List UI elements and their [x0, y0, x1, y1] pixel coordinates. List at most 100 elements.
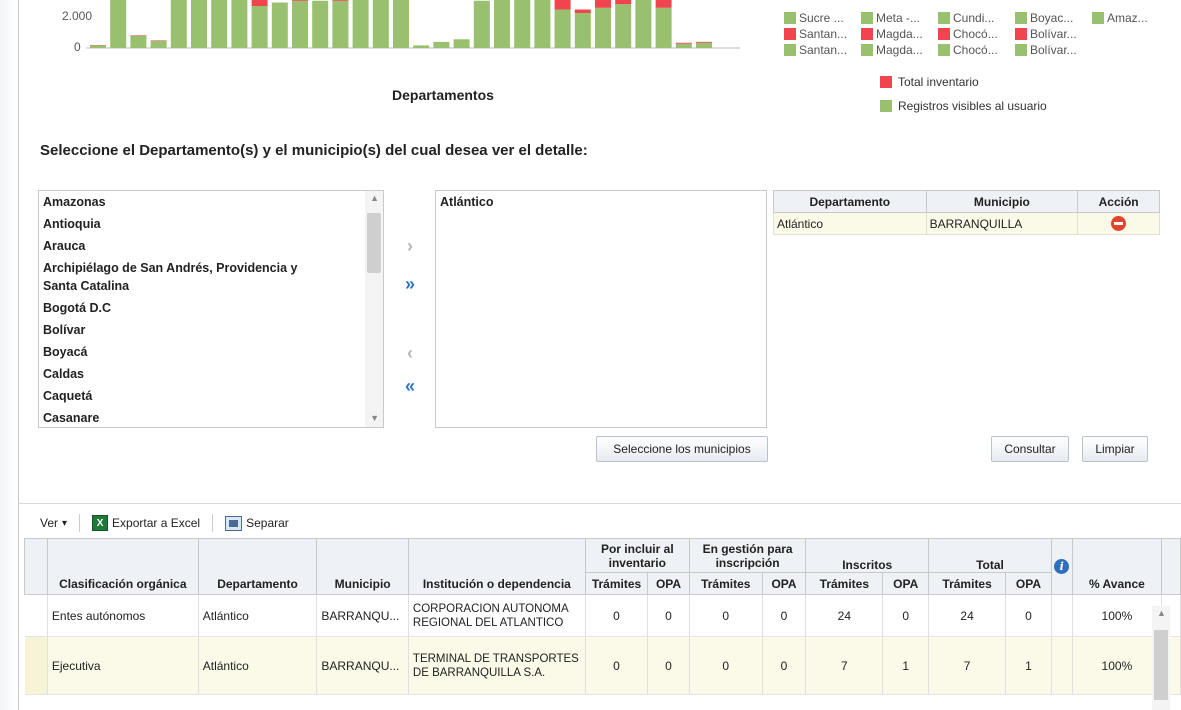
bar-visible[interactable]	[615, 4, 632, 48]
bar-visible[interactable]	[191, 0, 207, 48]
bar-visible[interactable]	[312, 0, 329, 48]
bar-visible[interactable]	[514, 0, 531, 48]
bar-visible[interactable]	[170, 0, 187, 48]
bar-total[interactable]	[251, 0, 268, 6]
grid-scrollbar[interactable]: ▲	[1152, 606, 1170, 710]
bar-visible[interactable]	[211, 0, 228, 48]
bar-total[interactable]	[595, 0, 611, 8]
bar-visible[interactable]	[675, 43, 692, 48]
bar-visible[interactable]	[554, 9, 571, 49]
bar-visible[interactable]	[251, 6, 268, 48]
grid-scroll-thumb[interactable]	[1154, 630, 1168, 700]
bar-visible[interactable]	[352, 0, 369, 48]
row-selector[interactable]	[24, 594, 48, 637]
list-item[interactable]: Atlántico	[436, 191, 766, 213]
bar-visible[interactable]	[534, 0, 551, 48]
list-item[interactable]: Bolívar	[39, 319, 383, 341]
bar-visible[interactable]	[90, 45, 106, 48]
select-municipios-button[interactable]: Seleccione los municipios	[596, 436, 768, 462]
bar-visible[interactable]	[655, 7, 672, 48]
remove-selected-icon[interactable]: ‹	[398, 341, 422, 365]
view-menu[interactable]: Ver ▾	[40, 516, 67, 530]
bar-total[interactable]	[675, 42, 692, 44]
bar-total[interactable]	[130, 35, 147, 36]
cell-pi-tramites: 0	[585, 594, 649, 637]
bar-visible[interactable]	[130, 35, 147, 48]
sel-departamento: Atlántico	[773, 212, 927, 235]
scroll-up-icon[interactable]: ▲	[370, 193, 379, 203]
bar-visible[interactable]	[150, 41, 167, 48]
bar-total[interactable]	[655, 0, 672, 8]
table-row[interactable]: Entes autónomos Atlántico BARRANQU... CO…	[24, 594, 1181, 637]
bar-total[interactable]	[332, 0, 349, 1]
list-scrollbar[interactable]: ▲ ▼	[365, 191, 383, 427]
col-grid-departamento[interactable]: Departamento	[197, 538, 318, 595]
list-item[interactable]: Boyacá	[39, 341, 383, 363]
move-all-icon[interactable]: »	[398, 272, 422, 296]
bar-total[interactable]	[696, 41, 712, 43]
bar-visible[interactable]	[453, 39, 470, 48]
col-to-opa[interactable]: OPA	[1005, 572, 1052, 595]
bar-visible[interactable]	[332, 0, 349, 48]
bar-total[interactable]	[150, 40, 167, 41]
col-accion: Acción	[1077, 190, 1160, 213]
move-selected-icon[interactable]: ›	[398, 234, 422, 258]
list-item[interactable]: Arauca	[39, 235, 383, 257]
detach-button[interactable]: Separar	[225, 515, 289, 531]
bar-visible[interactable]	[292, 0, 308, 48]
selected-departments-list[interactable]: Atlántico	[435, 190, 767, 428]
consultar-button[interactable]: Consultar	[991, 436, 1069, 462]
col-eg-opa[interactable]: OPA	[761, 572, 807, 595]
col-clasificacion[interactable]: Clasificación orgánica	[46, 538, 199, 595]
list-item[interactable]: Amazonas	[39, 191, 383, 213]
list-scroll-thumb[interactable]	[367, 213, 381, 273]
list-item[interactable]: Antioquia	[39, 213, 383, 235]
col-to-tramites[interactable]: Trámites	[928, 572, 1007, 595]
selection-table: Departamento Municipio Acción Atlántico …	[773, 190, 1160, 235]
remove-circle-icon[interactable]	[1111, 216, 1127, 232]
limpiar-button[interactable]: Limpiar	[1082, 436, 1148, 462]
col-institucion[interactable]: Institución o dependencia	[407, 538, 586, 595]
bar-visible[interactable]	[696, 42, 712, 48]
bar-visible[interactable]	[372, 0, 389, 48]
table-row[interactable]: Ejecutiva Atlántico BARRANQU... TERMINAL…	[24, 636, 1181, 695]
bar-visible[interactable]	[473, 0, 490, 48]
cell-clasificacion: Entes autónomos	[47, 594, 199, 637]
bar-visible[interactable]	[635, 0, 652, 48]
bar-visible[interactable]	[574, 13, 591, 48]
col-pi-opa[interactable]: OPA	[647, 572, 690, 595]
cell-pi-opa: 0	[647, 594, 690, 637]
bar-total[interactable]	[292, 0, 308, 1]
remove-all-icon[interactable]: «	[398, 374, 422, 398]
bar-visible[interactable]	[231, 0, 248, 48]
bar-visible[interactable]	[413, 45, 430, 48]
list-item[interactable]: Caquetá	[39, 385, 383, 407]
col-avance[interactable]: % Avance	[1071, 538, 1163, 595]
row-selector[interactable]	[24, 636, 48, 695]
bar-visible[interactable]	[271, 2, 288, 49]
col-pi-tramites[interactable]: Trámites	[584, 572, 649, 595]
bar-visible[interactable]	[433, 41, 450, 48]
bar-total[interactable]	[574, 9, 591, 14]
export-excel-button[interactable]: X Exportar a Excel	[92, 515, 200, 531]
list-item[interactable]: Casanare	[39, 407, 383, 427]
col-eg-tramites[interactable]: Trámites	[688, 572, 763, 595]
grid-scroll-up-icon[interactable]: ▲	[1157, 608, 1166, 618]
col-grid-municipio[interactable]: Municipio	[316, 538, 409, 595]
col-in-opa[interactable]: OPA	[882, 572, 930, 595]
scroll-down-icon[interactable]: ▼	[370, 413, 379, 423]
col-in-tramites[interactable]: Trámites	[805, 572, 884, 595]
bar-total[interactable]	[554, 0, 571, 10]
cell-departamento: Atlántico	[198, 636, 318, 695]
bar-visible[interactable]	[595, 7, 611, 48]
bar-total[interactable]	[615, 0, 632, 5]
bar-visible[interactable]	[110, 0, 127, 48]
bar-visible[interactable]	[393, 0, 409, 48]
info-icon[interactable]: i	[1054, 559, 1070, 574]
excel-icon: X	[92, 515, 109, 531]
list-item[interactable]: Santa Catalina	[39, 275, 383, 297]
available-departments-list[interactable]: Amazonas Antioquia Arauca Archipiélago de S…	[38, 190, 384, 428]
list-item[interactable]: Caldas	[39, 363, 383, 385]
bar-visible[interactable]	[494, 0, 510, 48]
list-item[interactable]: Bogotá D.C	[39, 297, 383, 319]
